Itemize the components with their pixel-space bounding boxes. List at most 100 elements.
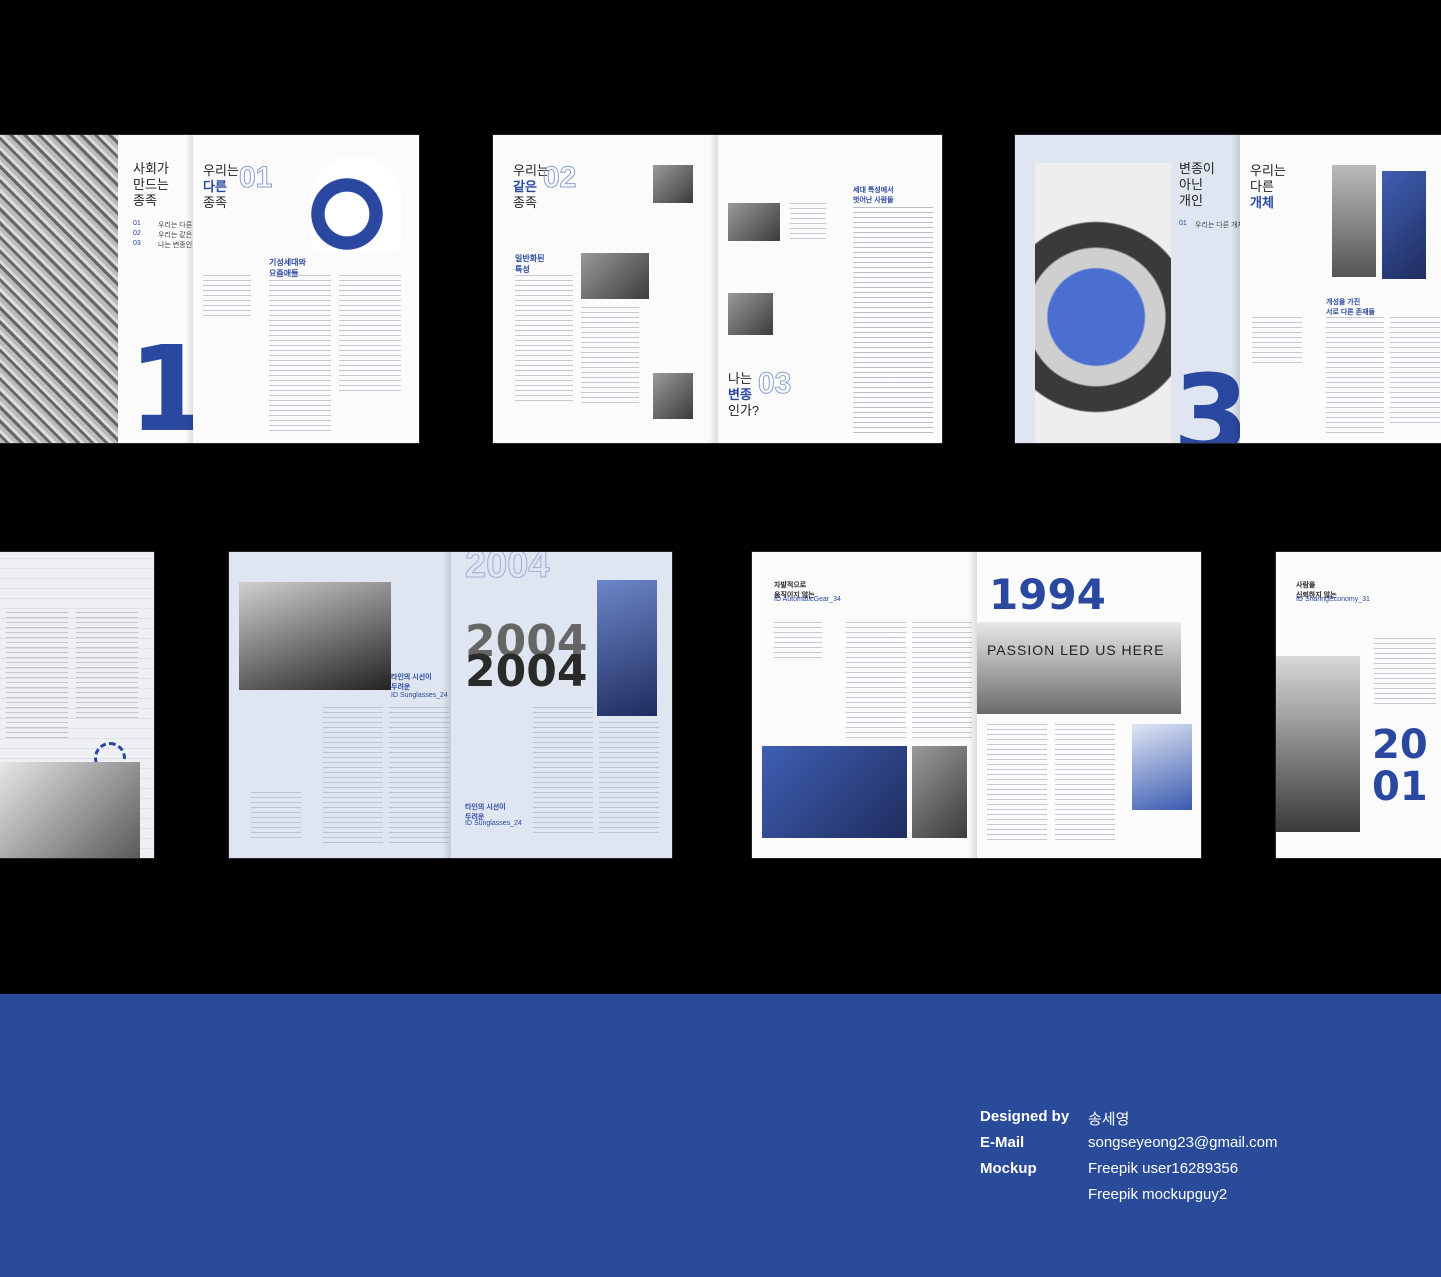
body-text [76,612,138,722]
spread-4-page [0,552,154,858]
magazine-spread-3: 변종이 아닌 개인 01 우리는 다른 개체 3 우리는 다른 개체 개성을 가… [1015,135,1441,443]
year-watermark: 2004 [465,552,551,587]
photo [728,203,780,241]
body-text [533,707,593,837]
chapter-number-3: 3 [1173,351,1240,443]
person-at-laptop-photo [0,762,140,858]
spread-5-caption-a-id: ID Sunglasses_24 [391,692,448,699]
outline-number: 03 [757,367,792,401]
year-01: 01 [1372,764,1428,810]
title-line-2: 변종 [728,387,752,402]
spread-2-left-page: 우리는 같은 종족 02 일반화된 특성 [493,135,718,443]
body-text [912,622,972,742]
street-photo [597,580,657,716]
photo [581,253,649,299]
spread-2-right-subhead: 세대 특성에서 벗어난 사람들 [853,187,894,204]
chapter-number-1: 1 [128,320,193,443]
umbrella-photo [1035,163,1171,443]
body-text [987,724,1047,844]
magazine-spread-5: 타인의 시선이 두려운 ID Sunglasses_24 2004 2004 2… [229,552,672,858]
photo-sign-text: PASSION LED US HERE [987,642,1165,658]
magazine-spread-1: 사회가 만드는 종족 01 우리는 다른 종족 02 우리는 같은 종족 03 … [0,135,419,443]
spread-3-left-page: 변종이 아닌 개인 01 우리는 다른 개체 3 [1015,135,1240,443]
spread-6-subhead-id: ID AutomaticGear_34 [774,596,841,603]
credit-label-email: E-Mail [980,1134,1025,1151]
body-text [1374,638,1436,708]
body-text [581,307,639,407]
raised-hand-photo [239,582,391,690]
credit-value-mockup-1: Freepik user16289356 [1088,1160,1239,1177]
spread-2-bottom-title: 나는 변종 인가? [728,371,759,419]
spread-7-page: 사람을 신뢰하지 않는 ID SharingEconomy_31 20 01 [1276,552,1441,858]
year-2004: 2004 [465,646,588,697]
bus-photo [1276,656,1360,832]
body-text [1055,724,1115,844]
toc-num: 01 [1179,220,1187,227]
shoes-photo [912,746,967,838]
spread-1-left-page: 사회가 만드는 종족 01 우리는 다른 종족 02 우리는 같은 종족 03 … [0,135,193,443]
body-text [6,612,68,742]
title-line-2: 다른 [1250,179,1274,194]
body-text [599,722,659,837]
credit-label-designer: Designed by [980,1108,1070,1125]
title-line-2: 다른 [203,179,227,194]
year-1994: 1994 [989,570,1106,619]
spread-3-right-page: 우리는 다른 개체 개성을 가진 서로 다른 존재들 [1240,135,1441,443]
credit-value-email[interactable]: songseyeong23@gmail.com [1088,1134,1278,1151]
body-text [339,275,401,395]
body-text [790,203,826,243]
title-line-1: 우리는 [1250,163,1286,178]
body-text [846,622,906,742]
spread-7-subhead-id: ID SharingEconomy_31 [1296,596,1370,603]
toc-num-3: 03 [133,240,141,247]
magazine-spread-4 [0,552,154,858]
spread-5-caption-b-id: ID Sunglasses_24 [465,820,522,827]
body-text [1252,317,1302,367]
robot-toy-photo [1382,171,1426,279]
spread-2-right-page: 세대 특성에서 벗어난 사람들 나는 변종 인가? 03 [718,135,942,443]
photo [653,165,693,203]
title-line-3: 인가? [728,403,760,418]
spread-3-subhead: 개성을 가진 서로 다른 존재들 [1326,299,1375,316]
spread-5-caption-b: 타인의 시선이 두려운 [465,804,506,821]
body-text [1326,317,1384,437]
title-line-1: 나는 [728,371,752,386]
body-text [251,792,301,842]
title-line-1: 우리는 [203,163,239,178]
body-text [515,275,573,405]
outline-number: 02 [542,161,577,195]
photo [728,293,773,335]
credit-label-mockup: Mockup [980,1160,1037,1177]
spread-5-right-page: 2004 2004 2004 타인의 시선이 두려운 ID Sunglasses… [451,552,672,858]
robot-toy-photo [1332,165,1376,277]
spread-3-left-title: 변종이 아닌 개인 [1179,161,1215,208]
spread-1-title: 우리는 다른 종족 [203,163,239,211]
spread-3-title: 우리는 다른 개체 [1250,163,1286,211]
spread-6-right-page: 1994 PASSION LED US HERE [977,552,1201,858]
credits-footer: Designed by 송세영 E-Mail songseyeong23@gma… [0,994,1441,1277]
woman-photo [1132,724,1192,810]
outline-number: 01 [238,161,273,195]
passion-led-us-here-photo: PASSION LED US HERE [977,622,1181,714]
spread-5-left-page: 타인의 시선이 두려운 ID Sunglasses_24 [229,552,451,858]
title-line-3: 개체 [1250,195,1274,210]
body-text [774,622,822,662]
magazine-spread-2: 우리는 같은 종족 02 일반화된 특성 세대 특성에서 벗어난 사람들 나는 … [493,135,942,443]
pouring-milk-illustration [311,157,401,252]
body-text [269,275,331,435]
credit-value-mockup-2: Freepik mockupguy2 [1088,1186,1228,1203]
body-text [853,207,933,437]
toc-num-2: 02 [133,230,141,237]
spread-5-caption-a: 타인의 시선이 두려운 [391,674,432,691]
spread-1-right-page: 우리는 다른 종족 01 기성세대와 요즘애들 [193,135,419,443]
body-text [203,275,251,320]
crowd-photo [0,135,118,443]
photo [653,373,693,419]
magazine-spread-7: 사람을 신뢰하지 않는 ID SharingEconomy_31 20 01 [1276,552,1441,858]
title-line-3: 종족 [203,195,227,210]
title-line-3: 종족 [513,195,537,210]
holding-hands-photo [762,746,907,838]
body-text [389,707,449,847]
body-text [1390,317,1440,427]
credit-value-designer: 송세영 [1088,1111,1130,1128]
